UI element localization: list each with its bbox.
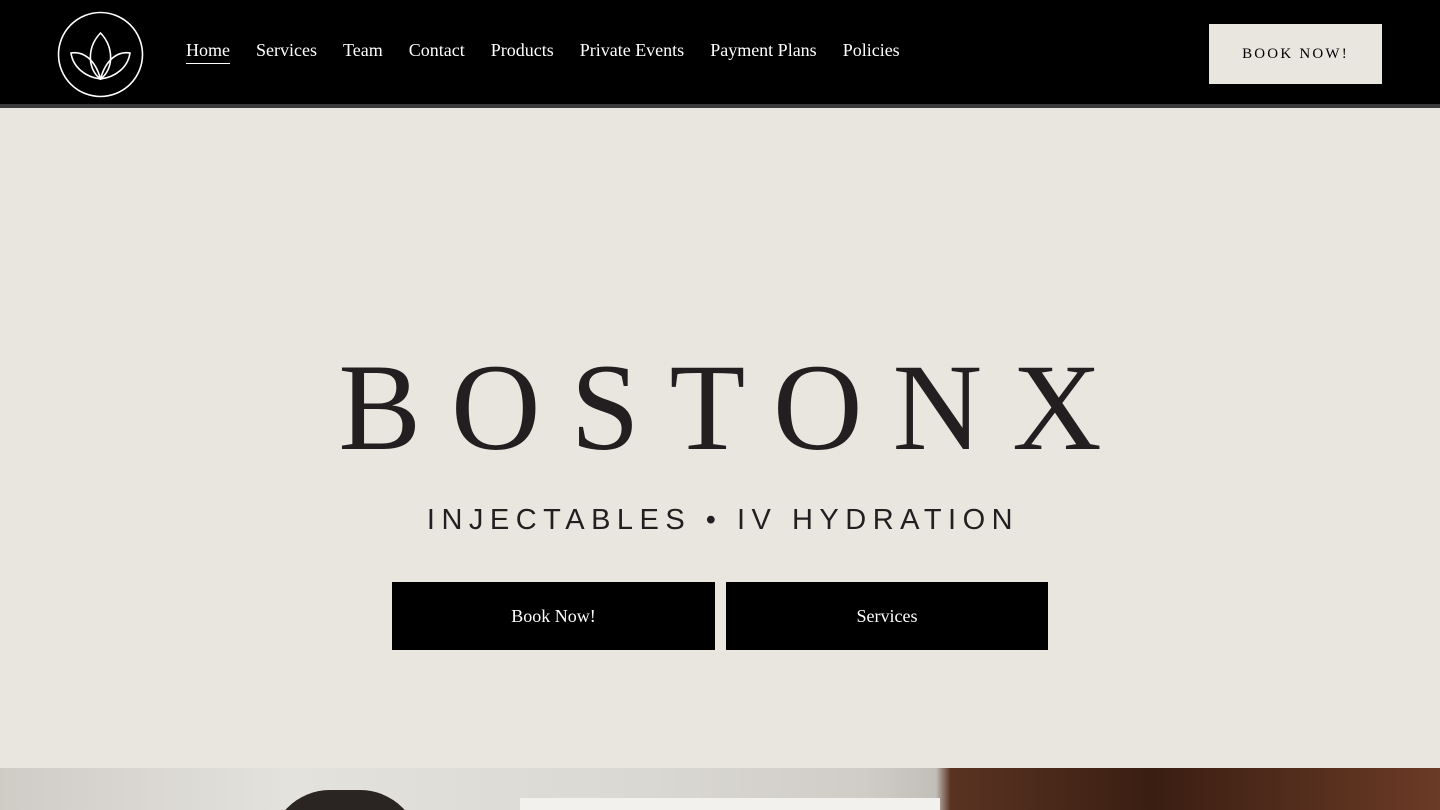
header-book-now-button[interactable]: BOOK NOW! <box>1209 24 1382 84</box>
site-header: Home Services Team Contact Products Priv… <box>0 0 1440 108</box>
services-button[interactable]: Services <box>726 582 1048 650</box>
photo-person-hair <box>270 790 420 810</box>
hero-photo <box>0 768 1440 810</box>
hero-section: BOSTONX INJECTABLES • IV HYDRATION Book … <box>0 108 1440 768</box>
main-nav: Home Services Team Contact Products Priv… <box>186 0 926 104</box>
nav-team[interactable]: Team <box>343 41 383 64</box>
nav-private-events[interactable]: Private Events <box>580 41 684 64</box>
nav-services[interactable]: Services <box>256 41 317 64</box>
photo-highlight <box>520 798 940 810</box>
nav-contact[interactable]: Contact <box>409 41 465 64</box>
lotus-logo-icon[interactable] <box>57 11 144 98</box>
nav-products[interactable]: Products <box>491 41 554 64</box>
brand-title: BOSTONX <box>338 339 1132 476</box>
nav-policies[interactable]: Policies <box>843 41 900 64</box>
book-now-button[interactable]: Book Now! <box>392 582 715 650</box>
nav-payment-plans[interactable]: Payment Plans <box>710 41 817 64</box>
brand-subtitle: INJECTABLES • IV HYDRATION <box>426 504 1020 536</box>
nav-home[interactable]: Home <box>186 41 230 64</box>
